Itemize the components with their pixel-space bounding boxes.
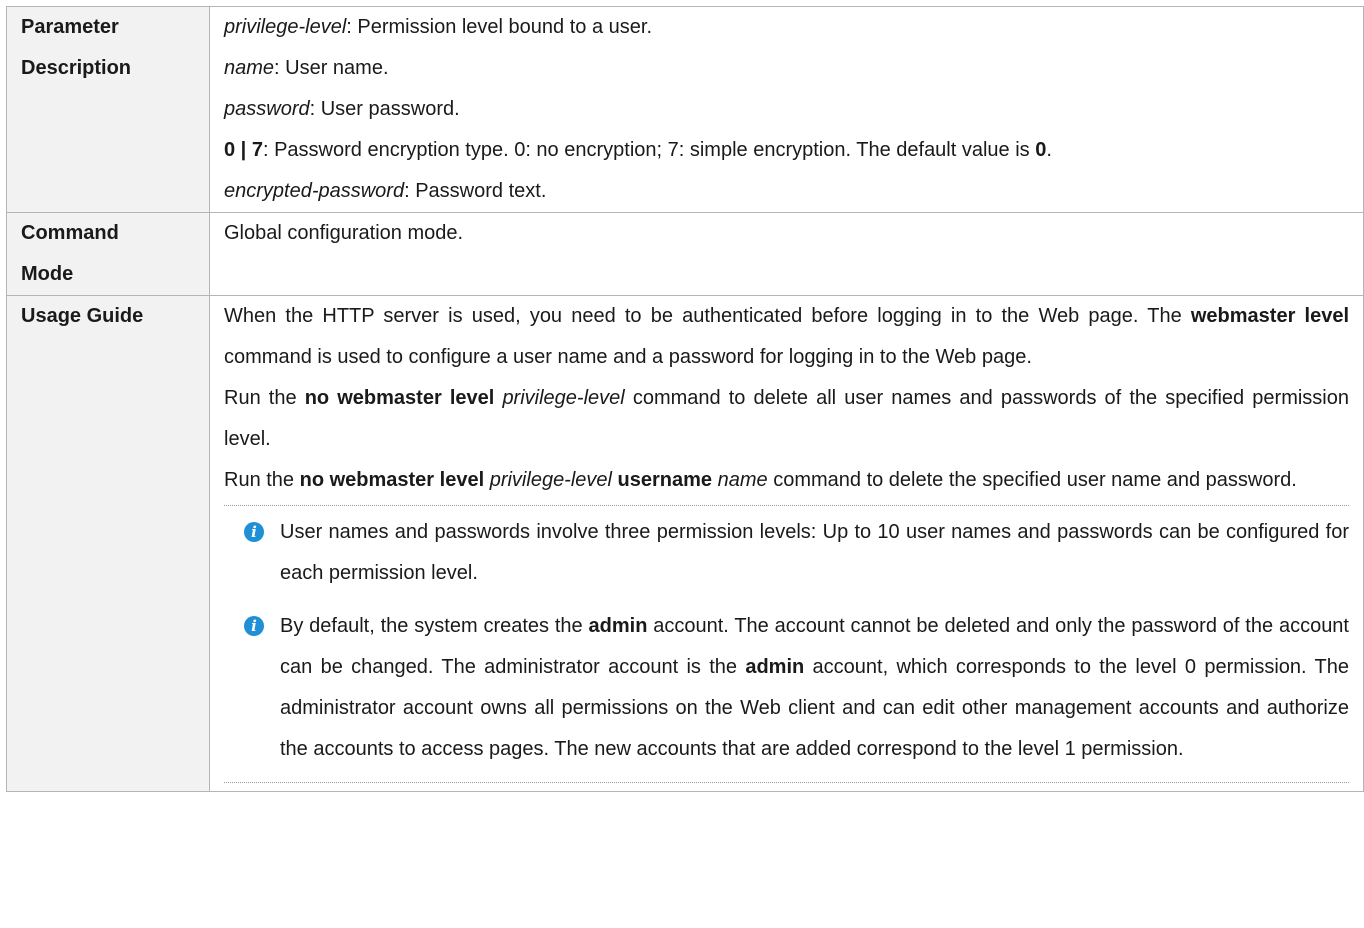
command-keyword: username <box>617 469 713 491</box>
row-label: Parameter Description <box>6 6 210 213</box>
text-span: Run the <box>224 387 305 409</box>
label-line: Description <box>21 57 132 79</box>
row-label: Usage Guide <box>6 295 210 792</box>
notes-block: i User names and passwords involve three… <box>224 505 1349 791</box>
row-content: Global configuration mode. <box>209 212 1364 296</box>
command-argument: privilege-level <box>502 387 625 409</box>
row-content: privilege-level: Permission level bound … <box>209 6 1364 213</box>
command-argument: name <box>717 469 768 491</box>
label-line: Parameter <box>21 16 119 38</box>
text-span: By default, the system creates the <box>280 615 589 637</box>
param-default: 0 <box>1035 139 1047 161</box>
usage-paragraph: When the HTTP server is used, you need t… <box>224 296 1349 378</box>
note-text: By default, the system creates the admin… <box>280 606 1349 770</box>
label-line: Usage Guide <box>21 305 144 327</box>
text-span: Run the <box>224 469 300 491</box>
label-line: Command <box>21 222 119 244</box>
param-line: encrypted-password: Password text. <box>224 171 1349 212</box>
label-line: Mode <box>21 263 74 285</box>
info-note: i User names and passwords involve three… <box>224 512 1349 606</box>
param-term: name <box>224 57 275 79</box>
command-keyword: no webmaster level <box>304 387 495 409</box>
command-mode-row: Command Mode Global configuration mode. <box>6 212 1364 296</box>
notes-divider <box>224 782 1349 791</box>
param-desc: : Password encryption type. 0: no encryp… <box>262 139 1036 161</box>
param-desc: : User name. <box>274 57 389 79</box>
account-name: admin <box>745 656 805 678</box>
row-label: Command Mode <box>6 212 210 296</box>
param-desc: : User password. <box>309 98 460 120</box>
reference-table: Parameter Description privilege-level: P… <box>6 6 1364 792</box>
info-note: i By default, the system creates the adm… <box>224 606 1349 782</box>
param-desc: : Password text. <box>404 180 547 202</box>
param-term: encrypted-password <box>224 180 405 202</box>
command-keyword: webmaster level <box>1190 305 1349 327</box>
account-name: admin <box>588 615 648 637</box>
info-icon: i <box>244 522 264 542</box>
param-line: password: User password. <box>224 89 1349 130</box>
note-text: User names and passwords involve three p… <box>280 521 1349 584</box>
param-line: 0 | 7: Password encryption type. 0: no e… <box>224 130 1349 171</box>
parameter-description-row: Parameter Description privilege-level: P… <box>6 6 1364 213</box>
param-term: 0 | 7 <box>224 139 263 161</box>
usage-paragraph: Run the no webmaster level privilege-lev… <box>224 378 1349 460</box>
param-desc: : Permission level bound to a user. <box>346 16 653 38</box>
command-argument: privilege-level <box>489 469 612 491</box>
param-line: privilege-level: Permission level bound … <box>224 7 1349 48</box>
usage-guide-row: Usage Guide When the HTTP server is used… <box>6 295 1364 792</box>
param-desc-end: . <box>1046 139 1052 161</box>
info-icon: i <box>244 616 264 636</box>
row-content: When the HTTP server is used, you need t… <box>209 295 1364 792</box>
text-span: When the HTTP server is used, you need t… <box>224 305 1191 327</box>
text-span: command to delete the specified user nam… <box>767 469 1297 491</box>
param-term: password <box>224 98 310 120</box>
usage-paragraph: Run the no webmaster level privilege-lev… <box>224 460 1349 501</box>
text-span: command is used to configure a user name… <box>224 346 1032 368</box>
mode-text: Global configuration mode. <box>224 222 464 244</box>
param-term: privilege-level <box>224 16 347 38</box>
param-line: name: User name. <box>224 48 1349 89</box>
command-keyword: no webmaster level <box>299 469 485 491</box>
